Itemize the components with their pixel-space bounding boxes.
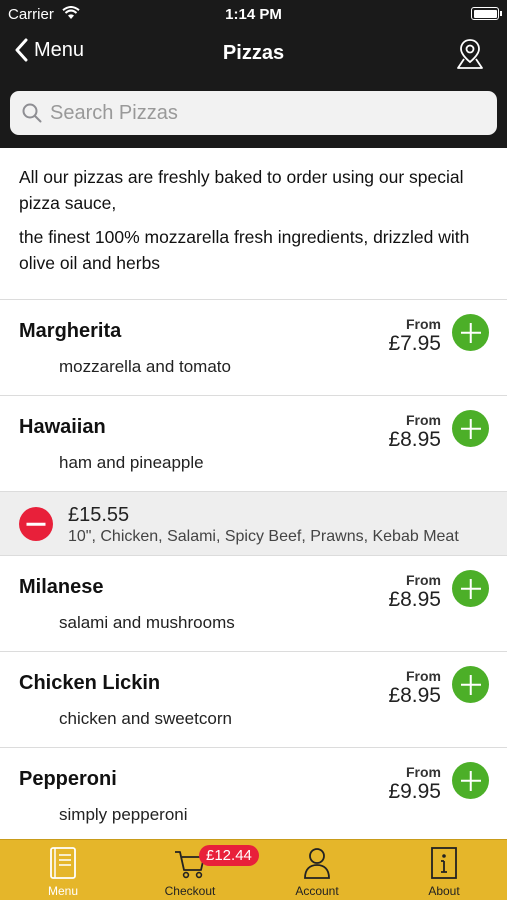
info-icon bbox=[431, 847, 457, 879]
status-bar: Carrier 1:14 PM bbox=[0, 0, 507, 28]
account-icon bbox=[304, 848, 330, 879]
list-item[interactable]: Chicken Lickin chicken and sweetcorn Fro… bbox=[0, 651, 507, 747]
page-title: Pizzas bbox=[222, 42, 285, 64]
tab-label: Checkout bbox=[164, 884, 216, 898]
item-description: simply pepperoni bbox=[59, 805, 188, 824]
tab-about[interactable]: About bbox=[394, 840, 494, 900]
tab-label: Menu bbox=[47, 884, 79, 898]
item-name: Margherita bbox=[19, 320, 122, 342]
map-pin-icon[interactable] bbox=[455, 38, 485, 70]
intro-text: the finest 100% mozzarella fresh ingredi… bbox=[19, 227, 470, 273]
cart-total-badge: £12.44 bbox=[199, 845, 259, 866]
item-price: £8.95 bbox=[388, 684, 441, 707]
basket-line-item[interactable]: £15.55 10", Chicken, Salami, Spicy Beef,… bbox=[0, 491, 507, 555]
add-icon[interactable] bbox=[452, 666, 489, 703]
battery-icon bbox=[471, 7, 502, 20]
tab-account[interactable]: Account bbox=[267, 840, 367, 900]
price-prefix: From bbox=[406, 764, 441, 780]
add-icon[interactable] bbox=[452, 410, 489, 447]
menu-book-icon bbox=[50, 847, 76, 879]
item-price: £9.95 bbox=[388, 780, 441, 803]
add-icon[interactable] bbox=[452, 314, 489, 351]
item-description: chicken and sweetcorn bbox=[59, 709, 232, 728]
price-prefix: From bbox=[406, 412, 441, 428]
list-item[interactable]: Margherita mozzarella and tomato From £7… bbox=[0, 299, 507, 395]
pizza-list: Margherita mozzarella and tomato From £7… bbox=[0, 299, 507, 843]
basket-line-price: £15.55 bbox=[68, 504, 130, 526]
item-description: ham and pineapple bbox=[59, 453, 204, 472]
item-price: £7.95 bbox=[388, 332, 441, 355]
remove-icon[interactable] bbox=[19, 507, 53, 541]
price-prefix: From bbox=[406, 316, 441, 332]
tab-label: About bbox=[428, 884, 460, 898]
item-price: £8.95 bbox=[388, 588, 441, 611]
price-prefix: From bbox=[406, 668, 441, 684]
header: Carrier 1:14 PM Menu Pizzas bbox=[0, 0, 507, 148]
tab-bar: Menu Checkout £12.44 Account About bbox=[0, 839, 507, 900]
price-prefix: From bbox=[406, 572, 441, 588]
list-item[interactable]: Pepperoni simply pepperoni From £9.95 bbox=[0, 747, 507, 843]
search-icon bbox=[22, 103, 42, 123]
navigation-bar: Menu Pizzas bbox=[0, 30, 507, 76]
add-icon[interactable] bbox=[452, 762, 489, 799]
item-name: Pepperoni bbox=[19, 768, 117, 790]
status-time: 1:14 PM bbox=[225, 6, 282, 23]
item-name: Chicken Lickin bbox=[19, 672, 161, 694]
add-icon[interactable] bbox=[452, 570, 489, 607]
search-input[interactable] bbox=[50, 101, 470, 125]
item-description: mozzarella and tomato bbox=[59, 357, 231, 376]
tab-menu[interactable]: Menu bbox=[13, 840, 113, 900]
list-item[interactable]: Hawaiian ham and pineapple From £8.95 bbox=[0, 395, 507, 491]
menu-intro: All our pizzas are freshly baked to orde… bbox=[19, 164, 494, 284]
intro-text: All our pizzas are freshly baked to orde… bbox=[19, 167, 464, 213]
tab-label: Account bbox=[295, 884, 339, 898]
item-description: salami and mushrooms bbox=[59, 613, 235, 632]
search-bar[interactable] bbox=[10, 91, 497, 135]
item-name: Milanese bbox=[19, 576, 104, 598]
item-price: £8.95 bbox=[388, 428, 441, 451]
basket-line-description: 10", Chicken, Salami, Spicy Beef, Prawns… bbox=[68, 528, 459, 545]
item-name: Hawaiian bbox=[19, 416, 106, 438]
list-item[interactable]: Milanese salami and mushrooms From £8.95 bbox=[0, 555, 507, 651]
